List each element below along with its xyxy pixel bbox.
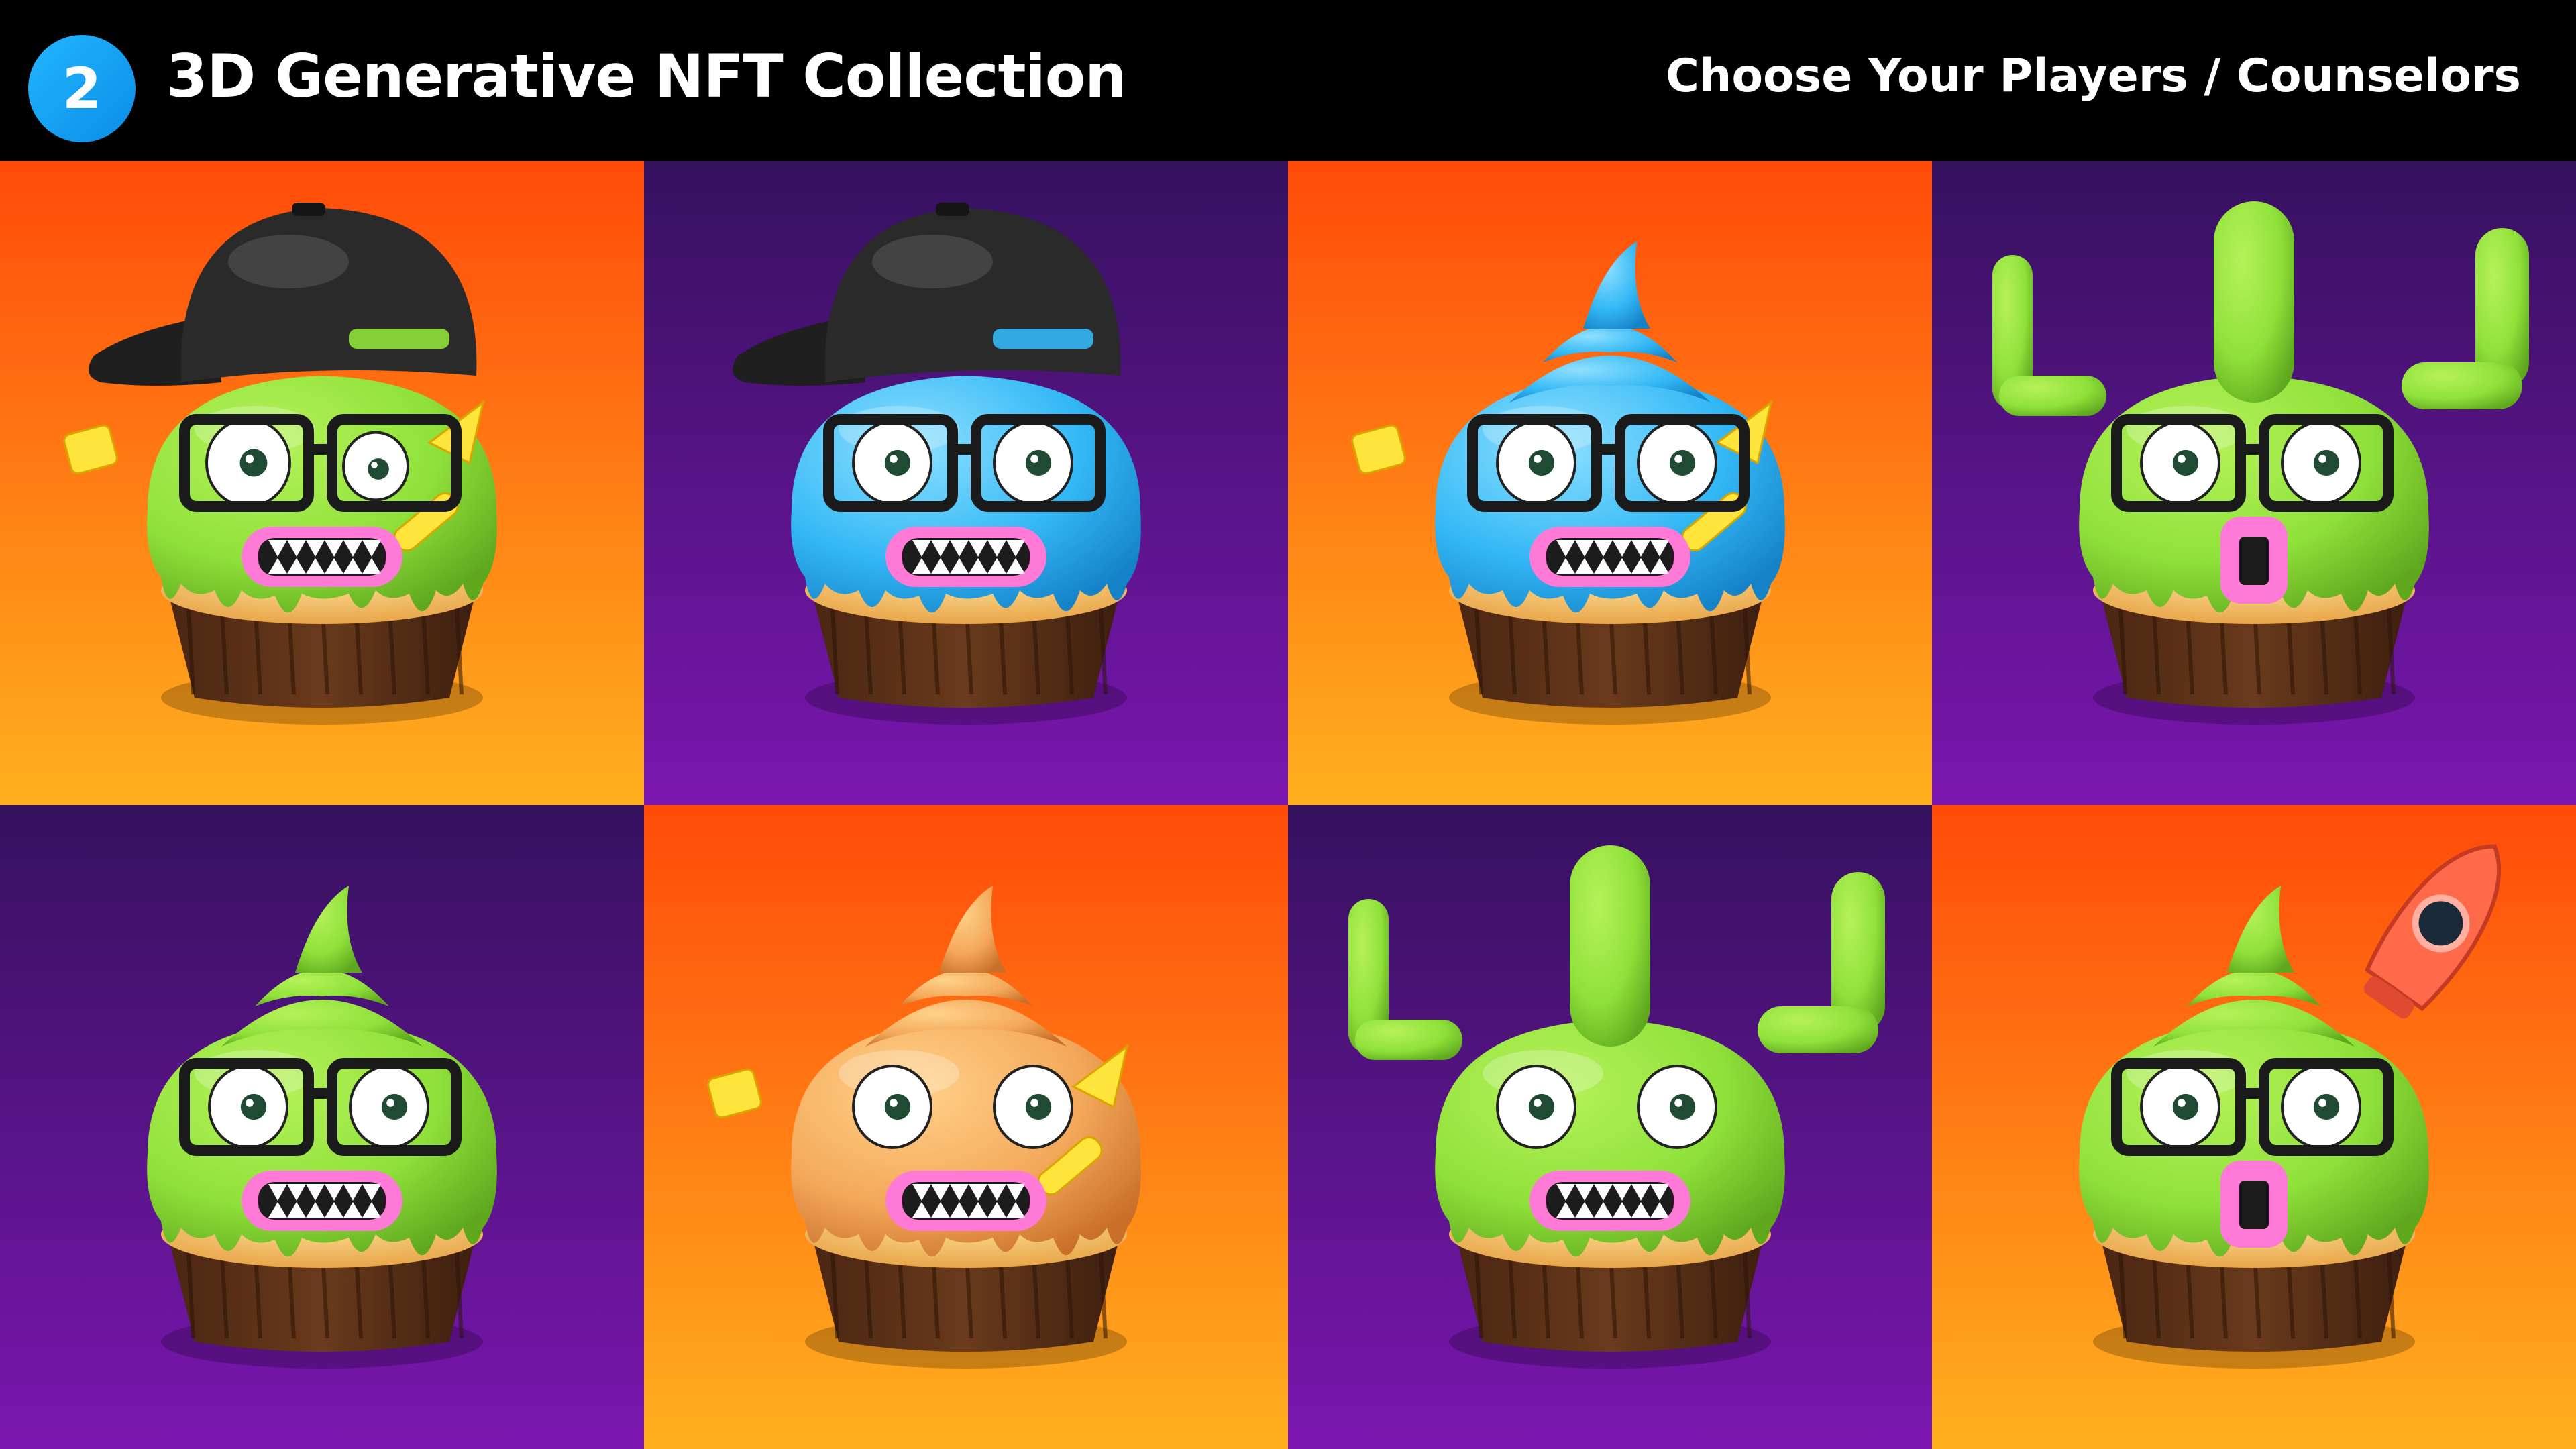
nft-character-card[interactable]: [0, 805, 644, 1449]
nft-character-card[interactable]: [644, 805, 1288, 1449]
nft-character-card[interactable]: [1288, 161, 1932, 805]
eye: [1496, 421, 1576, 505]
nft-character-card[interactable]: [1932, 161, 2576, 805]
header-bar: 2 3D Generative NFT Collection Choose Yo…: [0, 0, 2576, 161]
mouth-teeth: [241, 1171, 402, 1231]
mouth-teeth: [241, 527, 402, 587]
eye: [205, 417, 291, 508]
cupcake-character-illustration: [1932, 161, 2576, 805]
nft-character-card[interactable]: [0, 161, 644, 805]
mouth-o: [2220, 517, 2288, 604]
eye: [1637, 421, 1717, 505]
eye: [1496, 1065, 1576, 1149]
cupcake-character-illustration: [644, 161, 1288, 805]
cupcake-character-illustration: [644, 805, 1288, 1449]
mouth-teeth: [885, 1171, 1046, 1231]
eye: [2140, 1065, 2220, 1149]
step-badge: 2: [28, 35, 136, 142]
nft-character-card[interactable]: [644, 161, 1288, 805]
page-title: 3D Generative NFT Collection: [166, 42, 1127, 111]
nft-character-card[interactable]: [1288, 805, 1932, 1449]
page-subtitle: Choose Your Players / Counselors: [1666, 50, 2521, 103]
mouth-teeth: [885, 527, 1046, 587]
eye: [208, 1065, 288, 1149]
eye: [852, 421, 932, 505]
mouth-o: [2220, 1161, 2288, 1248]
cupcake-character-illustration: [1932, 805, 2576, 1449]
step-number: 2: [62, 56, 102, 121]
cupcake-character-illustration: [0, 805, 644, 1449]
nft-grid: [0, 161, 2576, 1449]
eye: [852, 1065, 932, 1149]
cupcake-character-illustration: [1288, 161, 1932, 805]
mouth-teeth: [1529, 527, 1690, 587]
eye: [2281, 421, 2361, 505]
eye: [1637, 1065, 1717, 1149]
eye: [993, 1065, 1073, 1149]
eye: [2281, 1065, 2361, 1149]
nft-character-card[interactable]: [1932, 805, 2576, 1449]
mouth-teeth: [1529, 1171, 1690, 1231]
eye: [993, 421, 1073, 505]
cupcake-character-illustration: [1288, 805, 1932, 1449]
eye: [349, 1065, 429, 1149]
eye: [342, 431, 409, 502]
eye: [2140, 421, 2220, 505]
cupcake-character-illustration: [0, 161, 644, 805]
